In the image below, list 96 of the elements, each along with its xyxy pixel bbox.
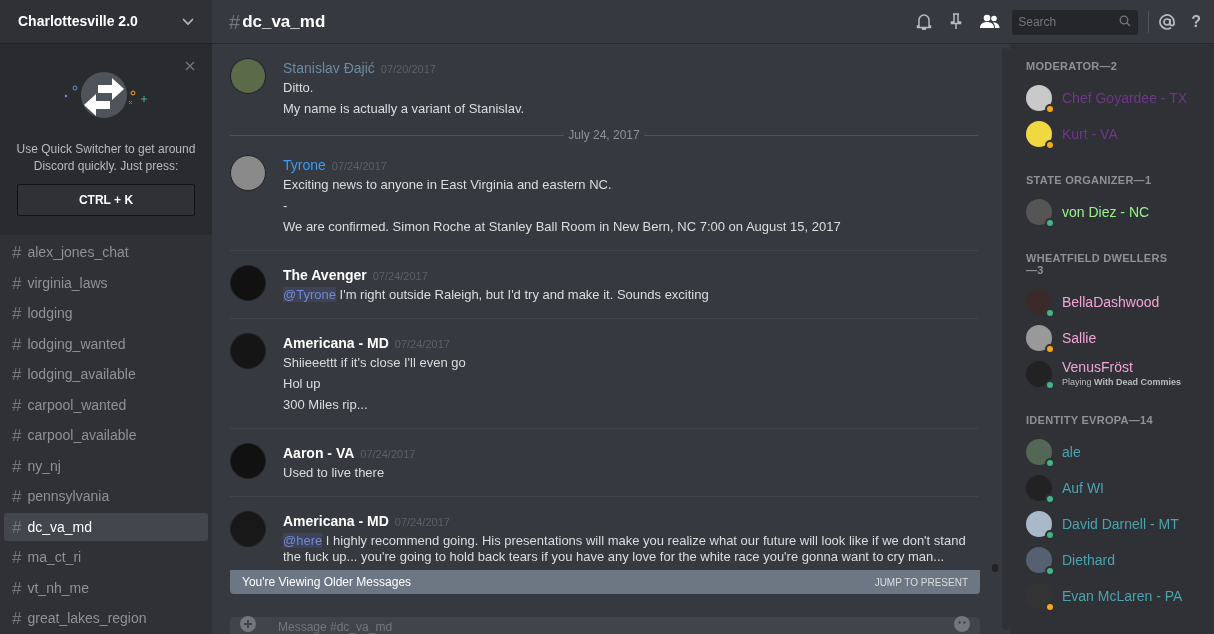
- member-name: ale: [1062, 443, 1081, 461]
- author-name[interactable]: The Avenger: [283, 265, 367, 286]
- channel-item[interactable]: # dc_va_md: [4, 513, 208, 541]
- bell-icon[interactable]: [916, 13, 933, 30]
- member-item[interactable]: Auf WI: [1026, 470, 1214, 506]
- member-name: BellaDashwood: [1062, 293, 1160, 311]
- channel-item[interactable]: # great_lakes_region: [4, 604, 208, 633]
- channel-item[interactable]: # carpool_wanted: [4, 391, 208, 419]
- channel-hash-icon: #: [12, 335, 22, 353]
- member-item[interactable]: Evan McLaren - PA: [1026, 578, 1214, 614]
- channel-hash-icon: #: [12, 396, 22, 414]
- role-heading: IDENTITY EVROPA—14: [1026, 414, 1154, 426]
- pin-icon[interactable]: [950, 13, 963, 30]
- channel-hash-icon: #: [12, 427, 22, 444]
- member-name: Chef Goyardee - TX: [1062, 89, 1188, 107]
- channel-item[interactable]: # ny_nj: [4, 452, 208, 480]
- channel-item[interactable]: # pennsylvania: [4, 482, 208, 511]
- channel-item[interactable]: # alex_jones_chat: [4, 238, 208, 267]
- avatar-image: [230, 443, 266, 479]
- role-heading: MODERATOR—2: [1026, 60, 1119, 72]
- mention-link[interactable]: @Tyrone: [283, 287, 336, 302]
- member-item[interactable]: Sallie: [1026, 320, 1214, 356]
- author-name[interactable]: Tyrone: [283, 155, 326, 176]
- search-icon: [1119, 15, 1132, 27]
- older-messages-notice: You're Viewing Older Messages: [242, 574, 412, 591]
- member-name: Diethard: [1062, 551, 1115, 569]
- search-field[interactable]: Search: [1012, 9, 1139, 35]
- message-text: 300 Miles rip...: [283, 397, 369, 413]
- member-name: Sallie: [1062, 329, 1097, 347]
- member-item[interactable]: Diethard: [1026, 542, 1214, 578]
- chevron-down-icon[interactable]: [182, 17, 194, 26]
- message-text: Exciting news to anyone in East Virginia and eastern NC.: [283, 177, 613, 193]
- member-item[interactable]: VenusFröst Playing With Dead Commies: [1026, 356, 1214, 392]
- member-name: VenusFröst: [1062, 358, 1134, 376]
- channel-item[interactable]: # lodging_wanted: [4, 330, 208, 358]
- author-name[interactable]: Americana - MD: [283, 511, 389, 532]
- channel-hash-icon: #: [12, 274, 22, 292]
- avatar-image: [230, 58, 266, 94]
- channel-hash-icon: #: [12, 579, 22, 597]
- message-text: My name is actually a variant of Stanislav.: [283, 101, 525, 117]
- quick-switcher-tip: Use Quick Switcher to get around Discord quickly. Just press:: [15, 141, 197, 175]
- message-text: Hol up: [283, 376, 322, 392]
- member-item[interactable]: BellaDashwood: [1026, 284, 1214, 320]
- channel-hash: #: [229, 9, 241, 35]
- mention-icon[interactable]: [1159, 13, 1176, 30]
- help-button[interactable]: ?: [1191, 9, 1201, 34]
- channel-title: dc_va_md: [242, 10, 326, 33]
- jump-to-present-link[interactable]: JUMP TO PRESENT: [874, 574, 968, 590]
- avatar-image: [230, 155, 266, 191]
- close-icon[interactable]: [185, 61, 195, 71]
- author-name[interactable]: Stanislav Đajić: [283, 58, 375, 79]
- channel-item[interactable]: # vt_nh_me: [4, 574, 208, 602]
- message-text: We are confirmed. Simon Roche at Stanley Ball Room in New Bern, NC 7:00 on August 15, 2017: [283, 219, 841, 235]
- mention-link[interactable]: @here: [283, 533, 323, 548]
- channel-hash-icon: #: [12, 518, 22, 536]
- member-name: Evan McLaren - PA: [1062, 587, 1183, 605]
- message-text: Used to live there: [283, 465, 386, 481]
- scroll-marker: [992, 564, 998, 572]
- activity-status: Playing With Dead Commies: [1062, 375, 1181, 389]
- member-item[interactable]: David Darnell - MT: [1026, 506, 1214, 542]
- channel-item[interactable]: # lodging_available: [4, 360, 208, 389]
- author-name[interactable]: Americana - MD: [283, 333, 389, 354]
- message-text: @Tyrone I'm right outside Raleigh, but I'd try and make it. Sounds exciting: [283, 287, 709, 303]
- member-name: von Diez - NC: [1062, 203, 1150, 221]
- channel-hash-icon: #: [12, 244, 22, 261]
- channel-hash-icon: #: [12, 549, 22, 566]
- member-name: David Darnell - MT: [1062, 515, 1179, 533]
- channel-hash-icon: #: [12, 488, 22, 505]
- message-text: -: [283, 198, 289, 214]
- avatar-image: [230, 333, 266, 369]
- members-icon[interactable]: [980, 14, 1001, 29]
- author-name[interactable]: Aaron - VA: [283, 443, 355, 464]
- channel-hash-icon: #: [12, 305, 22, 322]
- channel-hash-icon: #: [12, 610, 22, 627]
- channel-hash-icon: #: [12, 366, 22, 383]
- channel-item[interactable]: # virginia_laws: [4, 269, 208, 297]
- shortcut-key: CTRL + K: [17, 184, 195, 216]
- avatar-image: [230, 511, 266, 547]
- message-text: Ditto.: [283, 80, 315, 96]
- channel-item[interactable]: # ma_ct_ri: [4, 543, 208, 572]
- channel-item[interactable]: # lodging: [4, 299, 208, 328]
- date-divider: July 24, 2017: [567, 127, 641, 144]
- member-item[interactable]: ale: [1026, 434, 1214, 470]
- message-text: @here I highly recommend going. His presentations will make you realize what our future will look like if we don't stand the fuck up... you're going to hold back tears if you have any love for the white race you're gonna want to cry man...: [283, 533, 967, 565]
- emoji-icon[interactable]: [954, 616, 970, 632]
- channel-hash-icon: #: [12, 457, 22, 475]
- message-text: Shiieeettt if it's close I'll even go: [283, 355, 466, 371]
- member-name: Kurt - VA: [1062, 125, 1118, 143]
- avatar-image: [230, 265, 266, 301]
- channel-item[interactable]: # carpool_available: [4, 421, 208, 450]
- server-name: Charlottesville 2.0: [18, 12, 138, 31]
- member-item[interactable]: von Diez - NC: [1026, 194, 1214, 230]
- upload-icon[interactable]: [240, 616, 256, 632]
- role-heading: WHEATFIELD DWELLERS—3: [1026, 252, 1169, 276]
- member-name: Auf WI: [1062, 479, 1104, 497]
- role-heading: STATE ORGANIZER—1: [1026, 174, 1153, 186]
